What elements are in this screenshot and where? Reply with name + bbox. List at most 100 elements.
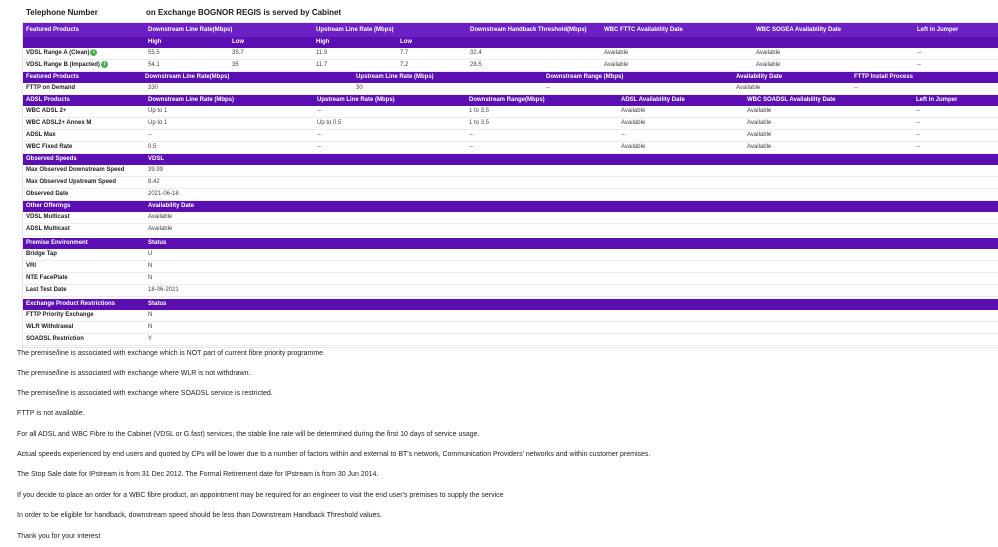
note-text: The Stop Sale date for IPstream is from … [17,471,379,478]
table-row: WBC ADSL 2+ Up to 1 -- 1 to 3.5 Availabl… [23,106,998,118]
row-value: N [145,272,998,285]
left-in-jumper: -- [913,129,998,142]
down-low: 35 [229,59,313,72]
row-value: Available [145,223,998,236]
table-row: ADSL Max -- -- -- -- Available -- [23,129,998,142]
col-upstream-rate: Upstream Line Rate (Mbps) [313,23,467,37]
row-value: N [145,260,998,273]
note-text: The premise/line is associated with exch… [17,350,325,357]
up-low: 7.7 [397,48,467,60]
note-text: If you decide to place an order for a WB… [17,492,504,499]
table-row: FTTP on Demand 330 30 -- Available -- [23,83,998,95]
row-label: VRI [23,260,145,273]
col-downstream-rate: Downstream Line Rate(Mbps) [145,72,353,83]
col-left-in-jumper: Left in Jumper [914,23,998,37]
row-value: 2021-06-18 [145,188,998,201]
table-row: VDSL Range A (Clean) i 55.5 35.7 11.9 7.7… [23,48,998,60]
fttc-date: Available [601,59,753,72]
thank-you-text: Thank you for your interest [17,533,101,540]
col-left-in-jumper: Left in Jumper [913,95,998,106]
row-value: N [145,321,998,334]
up-high: 11.9 [313,48,397,60]
row-label: SOADSL Restriction [23,333,145,346]
col-availability-date: Availability Date [733,72,851,83]
fttp-header-row: Featured Products Downstream Line Rate(M… [23,72,998,83]
row-label: NTE FacePlate [23,272,145,285]
downstream-range: -- [466,141,618,154]
up-high: 11.7 [313,59,397,72]
col-premise-environment: Premise Environment [23,238,145,249]
product-name: WBC ADSL 2+ [23,106,145,118]
product-name: FTTP on Demand [23,83,145,95]
col-observed-speeds: Observed Speeds [23,154,145,165]
table-row: VDSL Multicast Available [23,212,998,224]
adsl-availability: Available [618,117,744,130]
row-value: 39.99 [145,165,998,177]
row-value: Available [145,212,998,224]
col-vdsl: VDSL [145,154,998,165]
col-install-process: FTTP Install Process [851,72,998,83]
down-high: 55.5 [145,48,229,60]
row-label: Max Observed Upstream Speed [23,176,145,189]
upstream-rate: -- [314,106,466,118]
product-name: WBC Fixed Rate [23,141,145,154]
table-row: WBC Fixed Rate 0.5 -- -- Available Avail… [23,141,998,154]
upstream-rate: 30 [353,83,543,95]
sub-down-low: Low [229,37,313,48]
restrictions-header-row: Exchange Product Restrictions Status [23,299,998,310]
table-row: Max Observed Upstream Speed 8.42 [23,176,998,189]
upstream-rate: Up to 0.5 [314,117,466,130]
table-row: WBC ADSL2+ Annex M Up to 1 Up to 0.5 1 t… [23,117,998,130]
row-label: WLR Withdrawal [23,321,145,334]
table-row: SOADSL Restriction Y [23,333,998,346]
downstream-range: -- [543,83,733,95]
product-name: ADSL Max [23,129,145,142]
downstream-rate: 330 [145,83,353,95]
downstream-rate: 0.5 [145,141,314,154]
vdsl-header-row: Featured Products Downstream Line Rate(M… [23,23,998,37]
row-label: Bridge Tap [23,249,145,261]
table-row: Observed Date 2021-06-18 [23,188,998,201]
adsl-table: ADSL Products Downstream Line Rate (Mbps… [23,95,998,154]
col-fttc-date: WBC FTTC Availability Date [601,23,753,37]
soadsl-availability: Available [744,106,913,118]
col-exchange-restrictions: Exchange Product Restrictions [23,299,145,310]
fttc-date: Available [601,48,753,60]
telephone-number-label: Telephone Number [26,8,98,17]
row-label: ADSL Multicast [23,223,145,236]
col-downstream-range: Downstream Range(Mbps) [466,95,618,106]
adsl-header-row: ADSL Products Downstream Line Rate (Mbps… [23,95,998,106]
install-process: -- [851,83,998,95]
col-soadsl-availability: WBC SOADSL Availability Date [744,95,913,106]
note-text: In order to be eligible for handback, do… [17,512,382,519]
product-name: VDSL Range A (Clean) i [23,48,145,60]
exchange-label: on Exchange BOGNOR REGIS is served by Ca… [146,8,342,17]
col-status: Status [145,238,998,249]
soadsl-availability: Available [744,129,913,142]
col-downstream-rate: Downstream Line Rate (Mbps) [145,95,314,106]
col-handback-threshold: Downstream Handback Threshold(Mbps) [467,23,601,37]
upstream-rate: -- [314,129,466,142]
note-text: The premise/line is associated with exch… [17,370,251,377]
other-header-row: Other Offerings Availability Date [23,201,998,212]
handback: 28.5 [467,59,601,72]
downstream-range: 1 to 3.5 [466,106,618,118]
premise-environment-table: Premise Environment Status Bridge Tap U V… [23,238,998,297]
sogea-date: Available [753,48,914,60]
note-text: The premise/line is associated with exch… [17,390,273,397]
fttp-table: Featured Products Downstream Line Rate(M… [23,72,998,95]
left-in-jumper: -- [913,106,998,118]
table-row: WLR Withdrawal N [23,321,998,334]
left-in-jumper: -- [913,117,998,130]
info-icon[interactable]: i [100,60,108,68]
col-other-offerings: Other Offerings [23,201,145,212]
row-value: U [145,249,998,261]
exchange-restrictions-table: Exchange Product Restrictions Status FTT… [23,299,998,346]
col-downstream-rate: Downstream Line Rate(Mbps) [145,23,313,37]
left-in-jumper: -- [914,48,998,60]
info-icon[interactable]: i [90,48,98,56]
col-adsl-availability: ADSL Availability Date [618,95,744,106]
other-offerings-table: Other Offerings Availability Date VDSL M… [23,201,998,236]
upstream-rate: -- [314,141,466,154]
downstream-rate: -- [145,129,314,142]
